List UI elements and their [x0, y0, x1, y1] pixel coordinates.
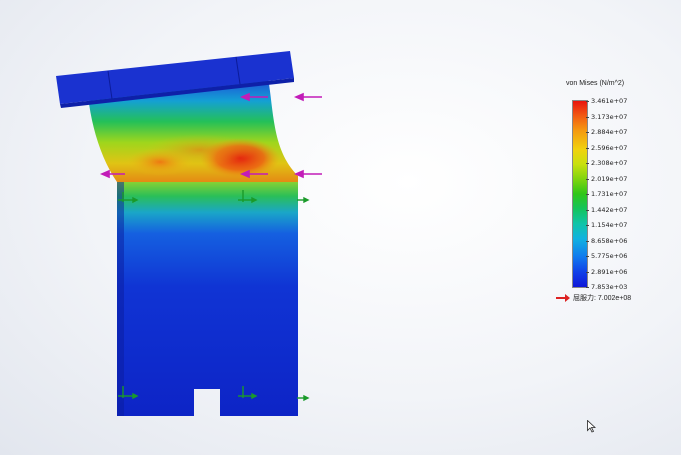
legend-tick-label: 5.775e+06	[591, 252, 628, 260]
lower-body[interactable]	[117, 182, 298, 416]
legend-tick-label: 2.884e+07	[591, 128, 628, 136]
yield-strength-row: 屈服力: 7.002e+08	[556, 293, 631, 303]
legend-tick-mark	[586, 147, 589, 149]
legend-tick-label: 8.658e+06	[591, 236, 628, 245]
legend-tick-mark	[586, 194, 589, 195]
legend-tick-mark	[586, 209, 589, 211]
legend-tick-label: 2.019e+07	[591, 174, 628, 183]
graphics-viewport[interactable]: von Mises (N/m^2) 3.461e+07 3.173e+07 2.88…	[0, 0, 681, 455]
mouse-pointer-icon	[587, 420, 596, 433]
legend-tick-mark	[586, 240, 589, 242]
legend-tick-label: 2.891e+06	[591, 267, 628, 276]
legend-tick-mark	[586, 225, 589, 226]
legend-tick-mark	[586, 163, 589, 164]
legend-tick-label: 1.731e+07	[591, 190, 628, 198]
legend-tick-label: 7.853e+03	[591, 283, 628, 291]
legend-tick-label: 1.154e+07	[591, 221, 628, 229]
legend-tick-label: 1.442e+07	[591, 205, 628, 214]
legend-tick-label: 2.308e+07	[591, 159, 628, 167]
yield-strength-label: 屈服力: 7.002e+08	[573, 295, 632, 302]
legend-tick-mark	[586, 287, 589, 288]
legend-tick-mark	[586, 116, 589, 118]
legend-tick-mark	[586, 271, 589, 273]
lower-body-shade	[117, 182, 124, 416]
legend-tick-label: 3.173e+07	[591, 112, 628, 121]
legend-tick-mark	[586, 101, 589, 102]
red-arrow-icon	[556, 294, 570, 302]
legend-title: von Mises (N/m^2)	[566, 80, 625, 87]
legend-tick-mark	[586, 132, 589, 133]
stress-warm-zone	[145, 134, 255, 166]
legend-tick-label: 2.596e+07	[591, 143, 628, 152]
legend-tick-mark	[586, 256, 589, 257]
legend-tick-label: 3.461e+07	[591, 97, 628, 105]
legend-tick-mark	[586, 178, 589, 180]
